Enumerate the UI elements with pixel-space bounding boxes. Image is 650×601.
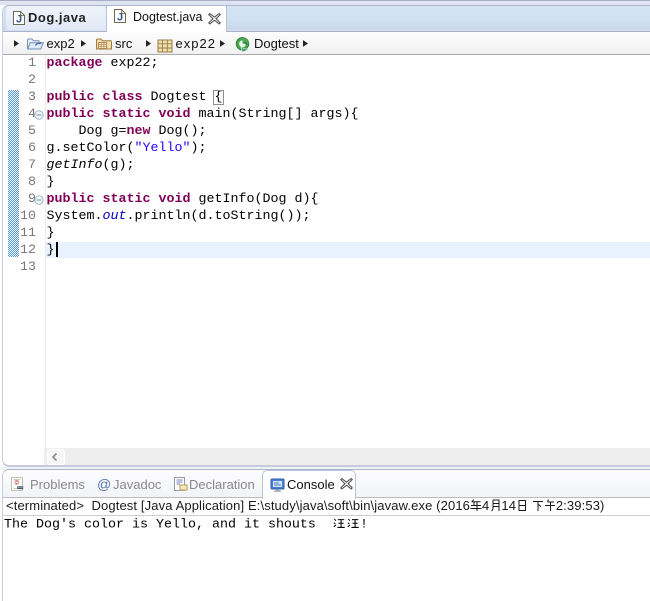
svg-text:J: J [117,12,123,24]
svg-text:J: J [16,14,22,26]
